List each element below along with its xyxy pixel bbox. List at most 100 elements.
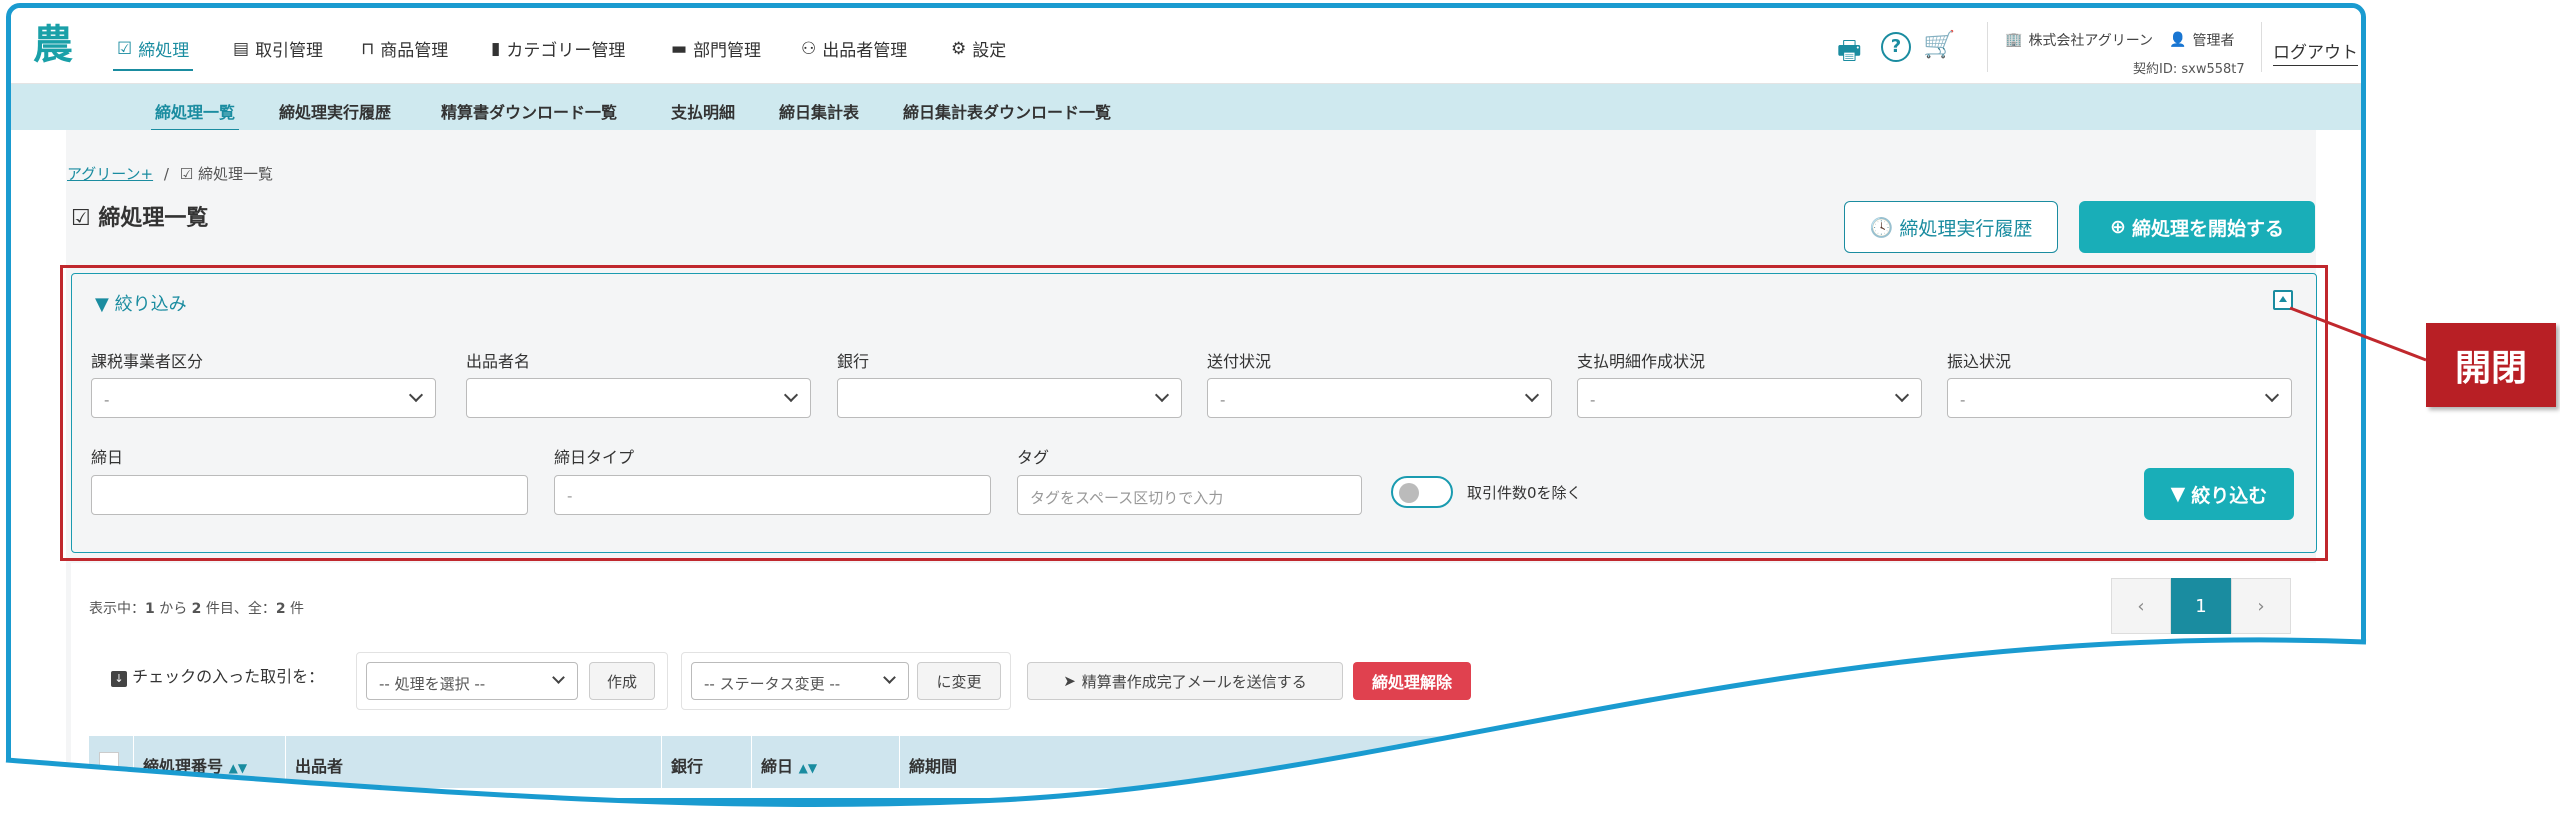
cart-icon[interactable]: 🛒: [1923, 30, 1955, 60]
nav-label: 締処理: [138, 41, 190, 61]
column-divider: [661, 736, 662, 788]
delivery-status-select[interactable]: -: [1207, 378, 1552, 418]
tag-input[interactable]: タグをスペース区切りで入力: [1017, 475, 1362, 515]
subnav-closing-summary[interactable]: 締日集計表: [779, 99, 859, 123]
pager-next[interactable]: ›: [2231, 578, 2291, 634]
field-label: 銀行: [837, 352, 870, 371]
role-label: 管理者: [2192, 33, 2235, 49]
select-all-checkbox[interactable]: [99, 752, 119, 772]
chevron-down-icon: [2264, 387, 2280, 403]
column-divider: [751, 736, 752, 788]
user-icon: 👤: [2169, 32, 2187, 48]
pager-page[interactable]: 1: [2171, 578, 2231, 634]
nav-item-transactions[interactable]: ▤ 取引管理: [233, 36, 324, 62]
logo[interactable]: 農: [33, 22, 77, 68]
breadcrumb-current: 締処理一覧: [197, 165, 273, 183]
printer-icon[interactable]: 🖶: [1837, 32, 1862, 76]
button-label: 絞り込む: [2191, 484, 2268, 507]
book-icon: ▮: [491, 38, 501, 59]
page-title-text: 締処理一覧: [98, 206, 209, 231]
transfer-status-select[interactable]: -: [1947, 378, 2292, 418]
nav-label: 出品者管理: [822, 41, 908, 61]
status-select[interactable]: -- ステータス変更 --: [691, 662, 909, 700]
gear-icon: ⚙: [951, 38, 967, 59]
open-close-callout: 開閉: [2426, 323, 2556, 407]
send-mail-button[interactable]: ➤ 精算書作成完了メールを送信する: [1027, 662, 1343, 700]
tax-category-select[interactable]: -: [91, 378, 436, 418]
bank-select[interactable]: [837, 378, 1182, 418]
apply-filter-button[interactable]: ▼ 絞り込む: [2144, 468, 2294, 520]
nav-item-products[interactable]: ⊓ 商品管理: [361, 36, 448, 62]
filter-icon: ▼: [2170, 483, 2186, 505]
divider: [2261, 22, 2262, 72]
help-icon[interactable]: ?: [1881, 32, 1911, 62]
column-header[interactable]: 締期間: [909, 753, 957, 777]
filter-title[interactable]: ▼ 絞り込み: [95, 290, 187, 316]
sub-navbar: 締処理一覧 締処理実行履歴 精算書ダウンロード一覧 支払明細 締日集計表 締日集…: [11, 84, 2361, 131]
users-icon: ⚇: [801, 38, 817, 59]
closing-history-button[interactable]: 🕓 締処理実行履歴: [1844, 201, 2058, 253]
nav-item-sellers[interactable]: ⚇ 出品者管理: [801, 36, 908, 62]
collapse-toggle-icon[interactable]: [2273, 290, 2293, 310]
nav-item-settings[interactable]: ⚙ 設定: [951, 36, 1007, 62]
nav-item-categories[interactable]: ▮ カテゴリー管理: [491, 36, 626, 62]
subnav-closing-history[interactable]: 締処理実行履歴: [279, 99, 391, 123]
chevron-down-icon: [552, 671, 565, 684]
create-button[interactable]: 作成: [589, 662, 655, 700]
column-title: 締処理番号: [143, 757, 224, 776]
pager-prev[interactable]: ‹: [2111, 578, 2171, 634]
breadcrumb: アグリーン+ / ☑ 締処理一覧: [67, 163, 273, 184]
nav-label: 設定: [972, 41, 1007, 61]
payment-detail-status-select[interactable]: -: [1577, 378, 1922, 418]
subnav-payment-details[interactable]: 支払明細: [671, 99, 735, 123]
clock-icon: 🕓: [1869, 216, 1894, 239]
breadcrumb-root[interactable]: アグリーン+: [67, 165, 153, 183]
chevron-down-icon: [1154, 387, 1170, 403]
check-circle-icon: ☑: [117, 38, 133, 59]
apply-status-button[interactable]: に変更: [917, 662, 1001, 700]
field-label: 出品者名: [466, 352, 531, 371]
select-value: -: [1960, 391, 1966, 409]
results-count-text: 件: [285, 601, 305, 617]
check-circle-icon: ☑: [71, 206, 91, 231]
sort-icon[interactable]: ▲▼: [229, 761, 247, 775]
select-value: -: [1590, 391, 1596, 409]
nav-item-closing[interactable]: ☑ 締処理: [112, 36, 194, 71]
logout-link[interactable]: ログアウト: [2273, 38, 2358, 66]
closing-date-input[interactable]: [91, 475, 528, 515]
chevron-down-icon: [883, 671, 896, 684]
column-header[interactable]: 締処理番号 ▲▼: [143, 753, 247, 777]
seller-name-select[interactable]: [466, 378, 811, 418]
divider: [1987, 22, 1988, 72]
basket-icon: ⊓: [361, 38, 375, 59]
column-header[interactable]: 出品者: [295, 753, 343, 777]
release-closing-button[interactable]: 締処理解除: [1353, 662, 1471, 700]
account-info: 🏢 株式会社アグリーン 👤 管理者: [2005, 30, 2234, 50]
action-select[interactable]: -- 処理を選択 --: [366, 662, 578, 700]
chevron-down-icon: [783, 387, 799, 403]
sort-icon[interactable]: ▲▼: [799, 761, 817, 775]
column-header[interactable]: 銀行: [671, 753, 703, 777]
start-closing-button[interactable]: ⊕ 締処理を開始する: [2079, 201, 2315, 253]
field-label: 課税事業者区分: [91, 352, 204, 371]
subnav-statement-downloads[interactable]: 精算書ダウンロード一覧: [441, 99, 617, 123]
nav-item-departments[interactable]: ▬ 部門管理: [671, 36, 761, 62]
page-title: ☑ 締処理一覧: [71, 200, 208, 232]
filter-title-text: 絞り込み: [114, 294, 187, 315]
subnav-closing-list[interactable]: 締処理一覧: [150, 99, 240, 131]
nav-label: カテゴリー管理: [506, 41, 626, 61]
column-title: 締日: [761, 757, 794, 776]
filter-icon: ▼: [95, 294, 109, 315]
column-header[interactable]: 締日 ▲▼: [761, 753, 817, 777]
subnav-summary-downloads[interactable]: 締日集計表ダウンロード一覧: [903, 99, 1111, 123]
chevron-down-icon: [408, 387, 424, 403]
toggle-label: 取引件数0を除く: [1467, 484, 1582, 502]
closing-type-input[interactable]: -: [554, 475, 991, 515]
table-header: [89, 736, 2315, 788]
exclude-zero-toggle[interactable]: [1391, 476, 1453, 508]
column-divider: [133, 736, 134, 788]
breadcrumb-sep: /: [163, 165, 169, 183]
folder-icon: ▬: [671, 38, 688, 59]
nav-label: 取引管理: [255, 41, 324, 61]
contract-id: 契約ID: sxw558t7: [2133, 62, 2245, 77]
